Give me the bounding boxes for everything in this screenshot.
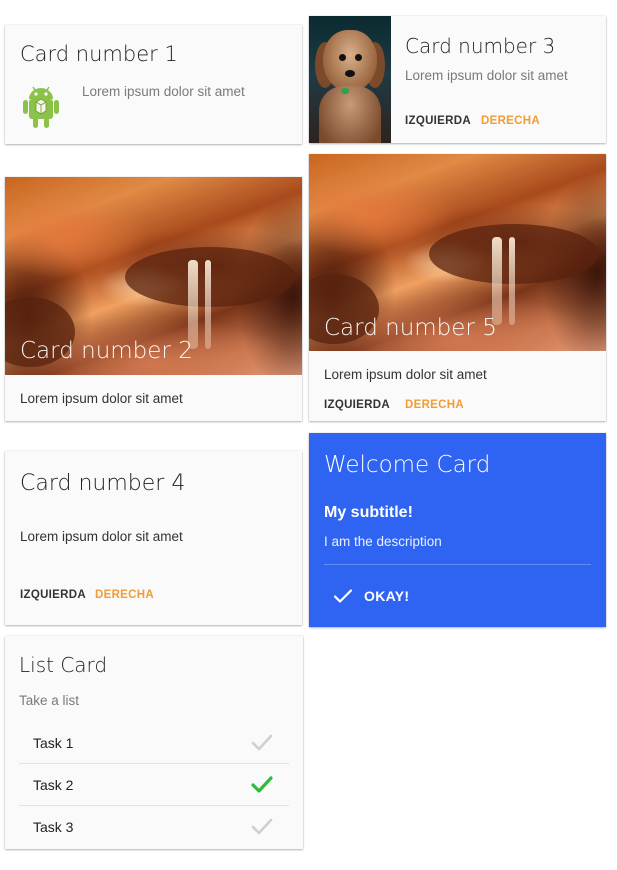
card-1[interactable]: Card number 1 Lorem ipsum dolor sit amet bbox=[5, 25, 302, 144]
izquierda-button[interactable]: IZQUIERDA bbox=[324, 399, 390, 411]
okay-button-label: OKAY! bbox=[364, 588, 410, 604]
card-title: Card number 3 bbox=[405, 34, 556, 58]
card-text: Lorem ipsum dolor sit amet bbox=[324, 367, 487, 382]
task-label: Task 1 bbox=[33, 735, 74, 751]
welcome-title: Welcome Card bbox=[324, 452, 491, 478]
card-title: Card number 5 bbox=[324, 315, 497, 341]
izquierda-button[interactable]: IZQUIERDA bbox=[20, 589, 86, 601]
check-icon[interactable] bbox=[251, 775, 273, 795]
check-icon bbox=[333, 589, 353, 603]
derecha-button[interactable]: DERECHA bbox=[95, 589, 154, 601]
derecha-button[interactable]: DERECHA bbox=[405, 399, 464, 411]
list-subtitle: Take a list bbox=[19, 693, 80, 708]
card-title: Card number 2 bbox=[20, 338, 193, 364]
list-item[interactable]: Task 1 bbox=[19, 723, 289, 764]
welcome-description: I am the description bbox=[324, 534, 442, 549]
card-5[interactable]: Card number 5 Lorem ipsum dolor sit amet… bbox=[309, 154, 606, 421]
list-card: List Card Take a list Task 1 Task 2 Task… bbox=[5, 636, 303, 849]
check-icon[interactable] bbox=[251, 733, 273, 753]
card-text: Lorem ipsum dolor sit amet bbox=[20, 529, 183, 544]
android-icon bbox=[23, 86, 59, 128]
derecha-button[interactable]: DERECHA bbox=[481, 115, 540, 127]
check-icon[interactable] bbox=[251, 817, 273, 837]
dog-image bbox=[309, 16, 391, 143]
welcome-card[interactable]: Welcome Card My subtitle! I am the descr… bbox=[309, 433, 606, 627]
izquierda-button[interactable]: IZQUIERDA bbox=[405, 115, 471, 127]
list-item[interactable]: Task 2 bbox=[19, 765, 289, 806]
card-title: Card number 1 bbox=[20, 42, 178, 66]
card-3[interactable]: Card number 3 Lorem ipsum dolor sit amet… bbox=[309, 16, 606, 143]
list-item[interactable]: Task 3 bbox=[19, 807, 289, 848]
card-text: Lorem ipsum dolor sit amet bbox=[20, 391, 183, 406]
divider bbox=[324, 564, 591, 565]
card-text: Lorem ipsum dolor sit amet bbox=[405, 68, 568, 83]
okay-button[interactable]: OKAY! bbox=[333, 584, 409, 608]
card-4[interactable]: Card number 4 Lorem ipsum dolor sit amet… bbox=[5, 451, 302, 625]
task-label: Task 2 bbox=[33, 777, 74, 793]
card-text: Lorem ipsum dolor sit amet bbox=[82, 84, 245, 99]
welcome-subtitle: My subtitle! bbox=[324, 504, 413, 521]
card-title: Card number 4 bbox=[20, 471, 186, 496]
list-title: List Card bbox=[19, 653, 108, 677]
task-label: Task 3 bbox=[33, 819, 74, 835]
card-2[interactable]: Card number 2 Lorem ipsum dolor sit amet bbox=[5, 177, 302, 421]
